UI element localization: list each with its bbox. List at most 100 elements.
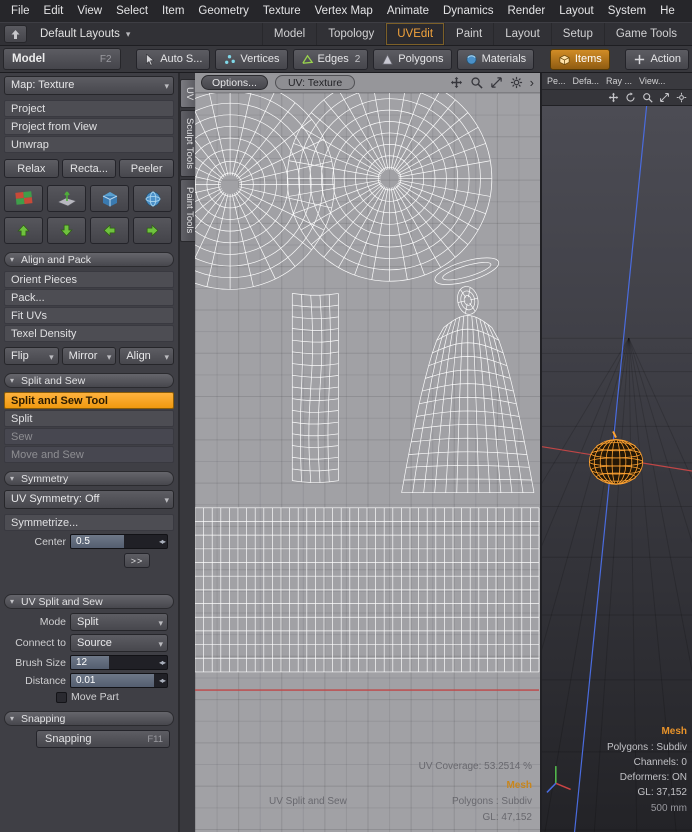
viewport-tab[interactable]: View... [636, 74, 668, 88]
stepper-icon[interactable]: ◂▸ [159, 535, 165, 549]
expand-presets-button[interactable]: >> [124, 553, 150, 568]
arrow-up-button[interactable] [4, 217, 43, 244]
center-input[interactable]: 0.5 ◂▸ [70, 534, 168, 549]
viewport-tab[interactable]: Ray ... [603, 74, 635, 88]
snapping-header[interactable]: ▾ Snapping [4, 711, 174, 726]
list-item[interactable]: Orient Pieces [4, 271, 174, 288]
list-item[interactable]: Fit UVs [4, 307, 174, 324]
box-projection-button[interactable] [90, 185, 129, 212]
list-item[interactable]: Project from View [4, 118, 174, 135]
vertices-mode-button[interactable]: Vertices [215, 49, 287, 70]
viewport-tab[interactable]: Defa... [570, 74, 603, 88]
uv-split-sew-header[interactable]: ▾ UV Split and Sew [4, 594, 174, 609]
rectangle-button[interactable]: Recta... [62, 159, 117, 178]
list-item[interactable]: Sew [4, 428, 174, 445]
snapping-button[interactable]: Snapping F11 [36, 730, 170, 748]
menu-item[interactable]: Edit [37, 2, 71, 20]
split-sew-header[interactable]: ▾ Split and Sew [4, 373, 174, 388]
connect-to-dropdown[interactable]: Source▾ [70, 634, 168, 652]
list-item[interactable]: Unwrap [4, 136, 174, 153]
stepper-icon[interactable]: ◂▸ [159, 656, 165, 670]
gear-icon[interactable] [676, 92, 687, 103]
side-tab[interactable]: Paint Tools [180, 179, 195, 241]
mode-dropdown[interactable]: Split▾ [70, 613, 168, 631]
list-item[interactable]: Project [4, 100, 174, 117]
auto-select-button[interactable]: Auto S... [136, 49, 210, 70]
menu-item[interactable]: Vertex Map [308, 2, 380, 20]
items-mode-button[interactable]: Items [550, 49, 610, 70]
model-mode-dropdown[interactable]: Model F2 [3, 48, 121, 70]
uv-texture-selector[interactable]: UV: Texture [275, 75, 355, 90]
distance-input[interactable]: 0.01 ◂▸ [70, 673, 168, 688]
side-tab[interactable]: Sculpt Tools [180, 110, 195, 177]
orbit-icon[interactable] [625, 92, 636, 103]
pan-icon[interactable] [608, 92, 619, 103]
arrow-right-button[interactable] [133, 217, 172, 244]
layout-tab[interactable]: Setup [551, 23, 604, 45]
stepper-icon[interactable]: ◂▸ [159, 674, 165, 688]
layout-tab[interactable]: UVEdit [385, 23, 444, 45]
gear-icon[interactable] [510, 76, 523, 89]
brush-size-input[interactable]: 12 ◂▸ [70, 655, 168, 670]
section-collapse-icon: ▾ [10, 595, 14, 609]
layout-tab[interactable]: Layout [493, 23, 551, 45]
uv-symmetry-dropdown[interactable]: UV Symmetry: Off ▾ [4, 490, 174, 509]
checker-plane-button[interactable] [4, 185, 43, 212]
menu-item[interactable]: He [653, 2, 682, 20]
menu-item[interactable]: Texture [256, 2, 308, 20]
viewport-tab[interactable]: Pe... [544, 74, 569, 88]
materials-mode-button[interactable]: Materials [457, 49, 535, 70]
move-part-checkbox[interactable] [56, 692, 67, 703]
arrow-down-button[interactable] [47, 217, 86, 244]
relax-tools-row: Relax Recta... Peeler [4, 159, 174, 178]
layout-preset-dropdown[interactable]: Default Layouts ▾ [34, 28, 136, 40]
options-button[interactable]: Options... [201, 75, 268, 90]
align-pack-header[interactable]: ▾ Align and Pack [4, 252, 174, 267]
symmetry-header[interactable]: ▾ Symmetry [4, 471, 174, 486]
uv-canvas[interactable]: UV Coverage: 53.2514 % Mesh UV Split and… [195, 93, 540, 832]
pan-icon[interactable] [450, 76, 463, 89]
menu-item[interactable]: Animate [380, 2, 436, 20]
menu-item[interactable]: Item [155, 2, 191, 20]
list-item[interactable]: Texel Density [4, 325, 174, 342]
menu-item[interactable]: Dynamics [436, 2, 500, 20]
axes-plane-button[interactable] [47, 185, 86, 212]
list-item[interactable]: Split and Sew Tool [4, 392, 174, 409]
side-tab[interactable]: UV [180, 79, 195, 108]
edges-mode-button[interactable]: Edges 2 [293, 49, 369, 70]
symmetrize-button[interactable]: Symmetrize... [4, 514, 174, 531]
list-item[interactable]: Pack... [4, 289, 174, 306]
menu-item[interactable]: Render [500, 2, 552, 20]
menu-item[interactable]: Select [109, 2, 155, 20]
maximize-icon[interactable] [490, 76, 503, 89]
menu-item[interactable]: File [4, 2, 37, 20]
arrow-left-button[interactable] [90, 217, 129, 244]
list-item[interactable]: Move and Sew [4, 446, 174, 463]
sphere-projection-button[interactable] [133, 185, 172, 212]
map-texture-dropdown[interactable]: Map: Texture ▾ [4, 76, 174, 95]
more-arrow-icon[interactable]: › [530, 77, 534, 89]
peeler-button[interactable]: Peeler [119, 159, 174, 178]
layout-tab[interactable]: Game Tools [604, 23, 688, 45]
viewport-canvas[interactable]: Mesh Polygons : Subdiv Channels: 0 Defor… [542, 106, 692, 832]
mirror-dropdown[interactable]: Mirror▾ [62, 347, 117, 365]
maximize-icon[interactable] [659, 92, 670, 103]
model-mode-shortcut: F2 [100, 54, 112, 65]
polygons-mode-button[interactable]: Polygons [373, 49, 451, 70]
menu-item[interactable]: View [70, 2, 109, 20]
brush-size-label: Brush Size [4, 657, 66, 669]
list-item[interactable]: Split [4, 410, 174, 427]
menu-item[interactable]: Geometry [191, 2, 256, 20]
zoom-icon[interactable] [470, 76, 483, 89]
menu-item[interactable]: System [601, 2, 653, 20]
align-dropdown[interactable]: Align▾ [119, 347, 174, 365]
zoom-icon[interactable] [642, 92, 653, 103]
layouts-pin-button[interactable] [4, 25, 27, 43]
action-center-button[interactable]: Action [625, 49, 689, 70]
layout-tab[interactable]: Model [262, 23, 316, 45]
menu-item[interactable]: Layout [552, 2, 601, 20]
relax-button[interactable]: Relax [4, 159, 59, 178]
flip-dropdown[interactable]: Flip▾ [4, 347, 59, 365]
layout-tab[interactable]: Paint [444, 23, 493, 45]
layout-tab[interactable]: Topology [316, 23, 385, 45]
